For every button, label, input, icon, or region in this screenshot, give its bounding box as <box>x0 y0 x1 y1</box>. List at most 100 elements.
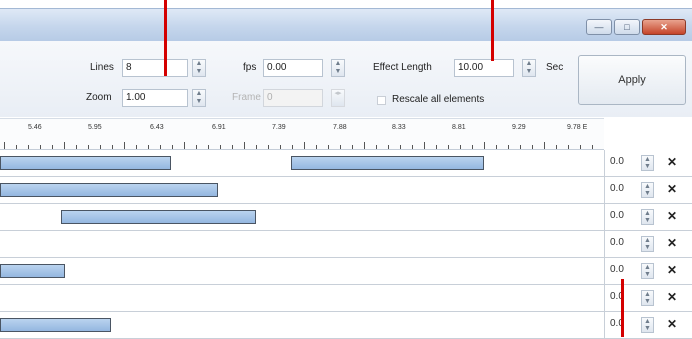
track-offset-spinner[interactable]: ▲ ▼ <box>641 317 654 333</box>
annotation-line <box>491 0 494 61</box>
minimize-button[interactable]: — <box>586 19 612 35</box>
delete-track-icon[interactable]: ✕ <box>667 182 677 196</box>
apply-button[interactable]: Apply <box>578 55 686 105</box>
ruler-tick <box>472 145 473 149</box>
ruler-label: 6.43 <box>150 124 164 131</box>
track-row <box>0 312 604 339</box>
ruler-tick <box>280 145 281 149</box>
maximize-button[interactable]: □ <box>614 19 640 35</box>
ruler-tick <box>28 145 29 149</box>
effect-bar[interactable] <box>0 183 218 197</box>
effect-length-spinner[interactable]: ▲ ▼ <box>522 59 536 77</box>
track-offset-value[interactable]: 0.0 <box>610 210 624 221</box>
frame-input[interactable]: 0 <box>263 89 323 107</box>
ruler-tick <box>544 142 545 149</box>
ruler-tick <box>100 145 101 149</box>
ruler-tick <box>4 142 5 149</box>
ruler-tick <box>448 145 449 149</box>
ruler-tick <box>88 145 89 149</box>
rescale-label: Rescale all elements <box>392 94 485 105</box>
effect-length-input[interactable]: 10.00 <box>454 59 514 77</box>
ruler-tick <box>148 145 149 149</box>
effect-bar[interactable] <box>0 156 171 170</box>
track-offset-value[interactable]: 0.0 <box>610 237 624 248</box>
frame-spinner[interactable]: ◂▸ <box>331 89 345 107</box>
track-offset-spinner[interactable]: ▲ ▼ <box>641 236 654 252</box>
track-row <box>0 231 604 258</box>
zoom-input[interactable]: 1.00 <box>122 89 188 107</box>
effect-length-unit: Sec <box>546 62 564 73</box>
track-row <box>0 258 604 285</box>
zoom-spinner[interactable]: ▲ ▼ <box>192 89 206 107</box>
track-offset-spinner[interactable]: ▲ ▼ <box>641 209 654 225</box>
zoom-label: Zoom <box>86 92 112 103</box>
ruler-label: 7.88 <box>333 124 347 131</box>
title-bar: — □ ✕ <box>0 8 692 42</box>
effect-bar[interactable] <box>0 318 111 332</box>
ruler-tick <box>76 145 77 149</box>
ruler-tick <box>256 145 257 149</box>
track-offset-value[interactable]: 0.0 <box>610 183 624 194</box>
effect-bar[interactable] <box>61 210 256 224</box>
track-offset-value[interactable]: 0.0 <box>610 156 624 167</box>
frame-label: Frame <box>232 92 261 103</box>
ruler-tick <box>364 142 365 149</box>
ruler-label: 7.39 <box>272 124 286 131</box>
delete-track-icon[interactable]: ✕ <box>667 290 677 304</box>
ruler-tick <box>136 145 137 149</box>
ruler-tick <box>268 145 269 149</box>
lines-input[interactable]: 8 <box>122 59 188 77</box>
delete-track-icon[interactable]: ✕ <box>667 263 677 277</box>
track-controls: 0.0 ▲ ▼ ✕ <box>604 204 692 231</box>
effect-bar[interactable] <box>0 264 65 278</box>
ruler-tick <box>124 142 125 149</box>
ruler-tick <box>412 145 413 149</box>
track-controls: 0.0 ▲ ▼ ✕ <box>604 231 692 258</box>
annotation-line <box>164 0 167 76</box>
ruler-tick <box>328 145 329 149</box>
ruler-tick <box>388 145 389 149</box>
ruler-tick <box>196 145 197 149</box>
delete-track-icon[interactable]: ✕ <box>667 317 677 331</box>
lines-spinner[interactable]: ▲ ▼ <box>192 59 206 77</box>
ruler-tick <box>292 145 293 149</box>
delete-track-icon[interactable]: ✕ <box>667 236 677 250</box>
ruler-tick <box>316 145 317 149</box>
fps-spinner[interactable]: ▲ ▼ <box>331 59 345 77</box>
ruler-tick <box>208 145 209 149</box>
minimize-icon: — <box>594 22 604 32</box>
track-row <box>0 204 604 231</box>
effect-toolbar: Lines 8 ▲ ▼ Zoom 1.00 ▲ ▼ fps 0.00 ▲ ▼ Fram… <box>0 41 692 117</box>
track-offset-spinner[interactable]: ▲ ▼ <box>641 182 654 198</box>
rescale-checkbox[interactable] <box>377 96 386 105</box>
ruler-label: 5.46 <box>28 124 42 131</box>
delete-track-icon[interactable]: ✕ <box>667 209 677 223</box>
close-button[interactable]: ✕ <box>642 19 686 35</box>
ruler-tick <box>16 145 17 149</box>
effect-length-label: Effect Length <box>373 62 432 73</box>
ruler-tick <box>400 145 401 149</box>
ruler-tick <box>520 145 521 149</box>
track-offset-spinner[interactable]: ▲ ▼ <box>641 263 654 279</box>
annotation-line <box>621 279 624 337</box>
track-controls: 0.0 ▲ ▼ ✕ <box>604 285 692 312</box>
fps-input[interactable]: 0.00 <box>263 59 323 77</box>
ruler-label: 9.78 E <box>567 124 588 131</box>
track-offset-spinner[interactable]: ▲ ▼ <box>641 290 654 306</box>
track-offset-value[interactable]: 0.0 <box>610 264 624 275</box>
ruler-label: 6.91 <box>212 124 226 131</box>
ruler-tick <box>436 145 437 149</box>
effect-bar[interactable] <box>291 156 484 170</box>
ruler-tick <box>508 145 509 149</box>
track-controls: 0.0 ▲ ▼ ✕ <box>604 312 692 339</box>
delete-track-icon[interactable]: ✕ <box>667 155 677 169</box>
track-offset-spinner[interactable]: ▲ ▼ <box>641 155 654 171</box>
ruler-tick <box>592 145 593 149</box>
ruler-tick <box>580 145 581 149</box>
ruler-tick <box>496 145 497 149</box>
ruler-tick <box>112 145 113 149</box>
ruler-tick <box>340 145 341 149</box>
ruler-tick <box>304 142 305 149</box>
ruler-tick <box>376 145 377 149</box>
ruler-tick <box>244 142 245 149</box>
